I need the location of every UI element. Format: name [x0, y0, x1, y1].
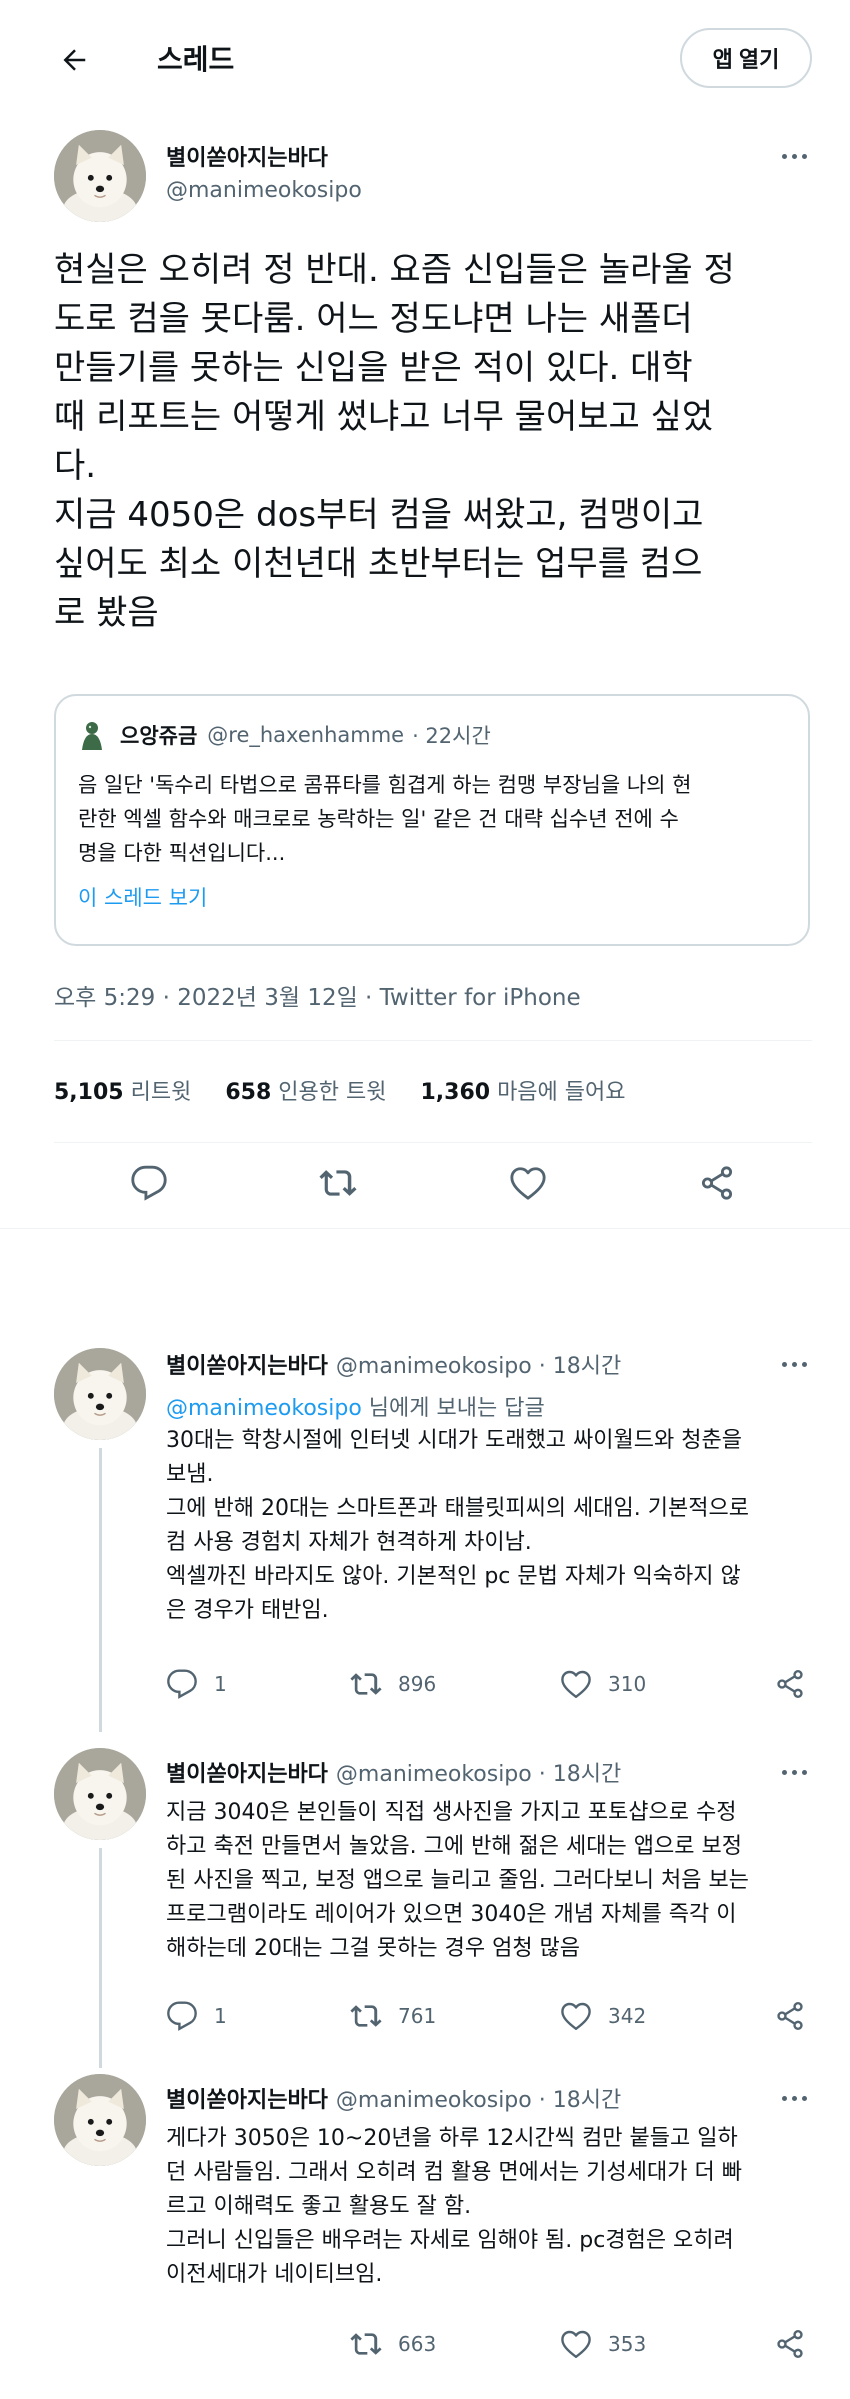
share-button[interactable]: [774, 2000, 822, 2032]
tweet-timestamp[interactable]: 오후 5:29 · 2022년 3월 12일 · Twitter for iPh…: [54, 978, 581, 1012]
mention-link[interactable]: @manimeokosipo: [166, 1396, 362, 1421]
tweet-text: 현실은 오히려 정 반대. 요즘 신입들은 놀라울 정 도로 컴을 못다룸. 어…: [54, 250, 735, 633]
quoted-author-handle: @re_haxenhamme: [207, 723, 405, 747]
thread-line: [99, 1448, 102, 1732]
reply-author[interactable]: 별이쏟아지는바다 @manimeokosipo · 18시간: [166, 1756, 621, 1788]
quoted-avatar-icon: [78, 720, 106, 750]
thread-line: [99, 1848, 102, 2068]
reply-text: 30대는 학창시절에 인터넷 시대가 도래했고 싸이월드와 청춘을 보냄. 그에…: [166, 1428, 749, 1623]
quoted-time: · 22시간: [412, 724, 491, 748]
retweet-button[interactable]: 896: [350, 1668, 436, 1700]
divider: [0, 1228, 850, 1229]
reply-button[interactable]: 1: [166, 2000, 227, 2032]
dog-avatar-image: [54, 130, 146, 222]
retweet-button[interactable]: 761: [350, 2000, 436, 2032]
avatar[interactable]: [54, 130, 146, 222]
top-bar: 스레드 앱 열기: [0, 0, 850, 118]
more-options-icon[interactable]: [774, 1762, 814, 1782]
dog-avatar-image: [54, 1748, 146, 1840]
heart-icon: [560, 2000, 592, 2032]
reply-text: 지금 3040은 본인들이 직접 생사진을 가지고 포토샵으로 수정 하고 축전…: [166, 1800, 749, 1961]
reply-button[interactable]: 1: [166, 1668, 227, 1700]
author-name[interactable]: 별이쏟아지는바다: [166, 140, 328, 172]
heart-icon: [560, 2328, 592, 2360]
view-thread-link[interactable]: 이 스레드 보기: [78, 882, 207, 912]
retweets-stat[interactable]: 5,105 리트윗: [54, 1074, 191, 1106]
quotes-stat[interactable]: 658 인용한 트윗: [225, 1074, 386, 1106]
like-button[interactable]: 353: [560, 2328, 646, 2360]
avatar[interactable]: [54, 1748, 146, 1840]
heart-icon: [560, 1668, 592, 1700]
reply-text: 게다가 3050은 10~20년을 하루 12시간씩 컴만 붙들고 일하 던 사…: [166, 2126, 742, 2287]
open-app-button[interactable]: 앱 열기: [680, 28, 812, 88]
retweet-icon[interactable]: [315, 1160, 361, 1206]
share-button[interactable]: [774, 1668, 822, 1700]
tweet-actions: [0, 1160, 850, 1210]
retweet-icon: [350, 2000, 382, 2032]
avatar[interactable]: [54, 1348, 146, 1440]
retweet-icon: [350, 1668, 382, 1700]
quoted-tweet[interactable]: 으앙쥬금 @re_haxenhamme · 22시간 음 일단 '독수리 타법으…: [54, 694, 810, 946]
like-button[interactable]: 310: [560, 1668, 646, 1700]
like-button[interactable]: 342: [560, 2000, 646, 2032]
tweet-stats: 5,105 리트윗 658 인용한 트윗 1,360 마음에 들어요: [54, 1074, 626, 1106]
reply-icon: [166, 2000, 198, 2032]
dog-avatar-image: [54, 2074, 146, 2166]
author-handle[interactable]: @manimeokosipo: [166, 178, 362, 203]
likes-stat[interactable]: 1,360 마음에 들어요: [420, 1074, 625, 1106]
more-options-icon[interactable]: [774, 1354, 814, 1374]
share-icon: [774, 2328, 806, 2360]
page-title: 스레드: [157, 43, 235, 76]
share-icon[interactable]: [694, 1160, 740, 1206]
more-options-icon[interactable]: [774, 146, 814, 166]
reply-author[interactable]: 별이쏟아지는바다 @manimeokosipo · 18시간: [166, 2082, 621, 2114]
share-button[interactable]: [774, 2328, 822, 2360]
reply-author[interactable]: 별이쏟아지는바다 @manimeokosipo · 18시간: [166, 1348, 621, 1380]
dog-avatar-image: [54, 1348, 146, 1440]
divider: [54, 1142, 812, 1143]
quoted-text: 음 일단 '독수리 타법으로 콤퓨타를 힘겹게 하는 컴맹 부장님을 나의 현 …: [78, 773, 692, 865]
reply-icon[interactable]: [126, 1160, 172, 1206]
divider: [54, 1040, 812, 1041]
avatar[interactable]: [54, 2074, 146, 2166]
heart-icon[interactable]: [505, 1160, 551, 1206]
quoted-author-name: 으앙쥬금: [120, 724, 198, 748]
replying-to: @manimeokosipo 님에게 보내는 답글: [166, 1396, 545, 1421]
share-icon: [774, 2000, 806, 2032]
more-options-icon[interactable]: [774, 2088, 814, 2108]
reply-icon: [166, 1668, 198, 1700]
share-icon: [774, 1668, 806, 1700]
retweet-button[interactable]: 663: [350, 2328, 436, 2360]
back-arrow-icon[interactable]: [54, 40, 94, 80]
retweet-icon: [350, 2328, 382, 2360]
